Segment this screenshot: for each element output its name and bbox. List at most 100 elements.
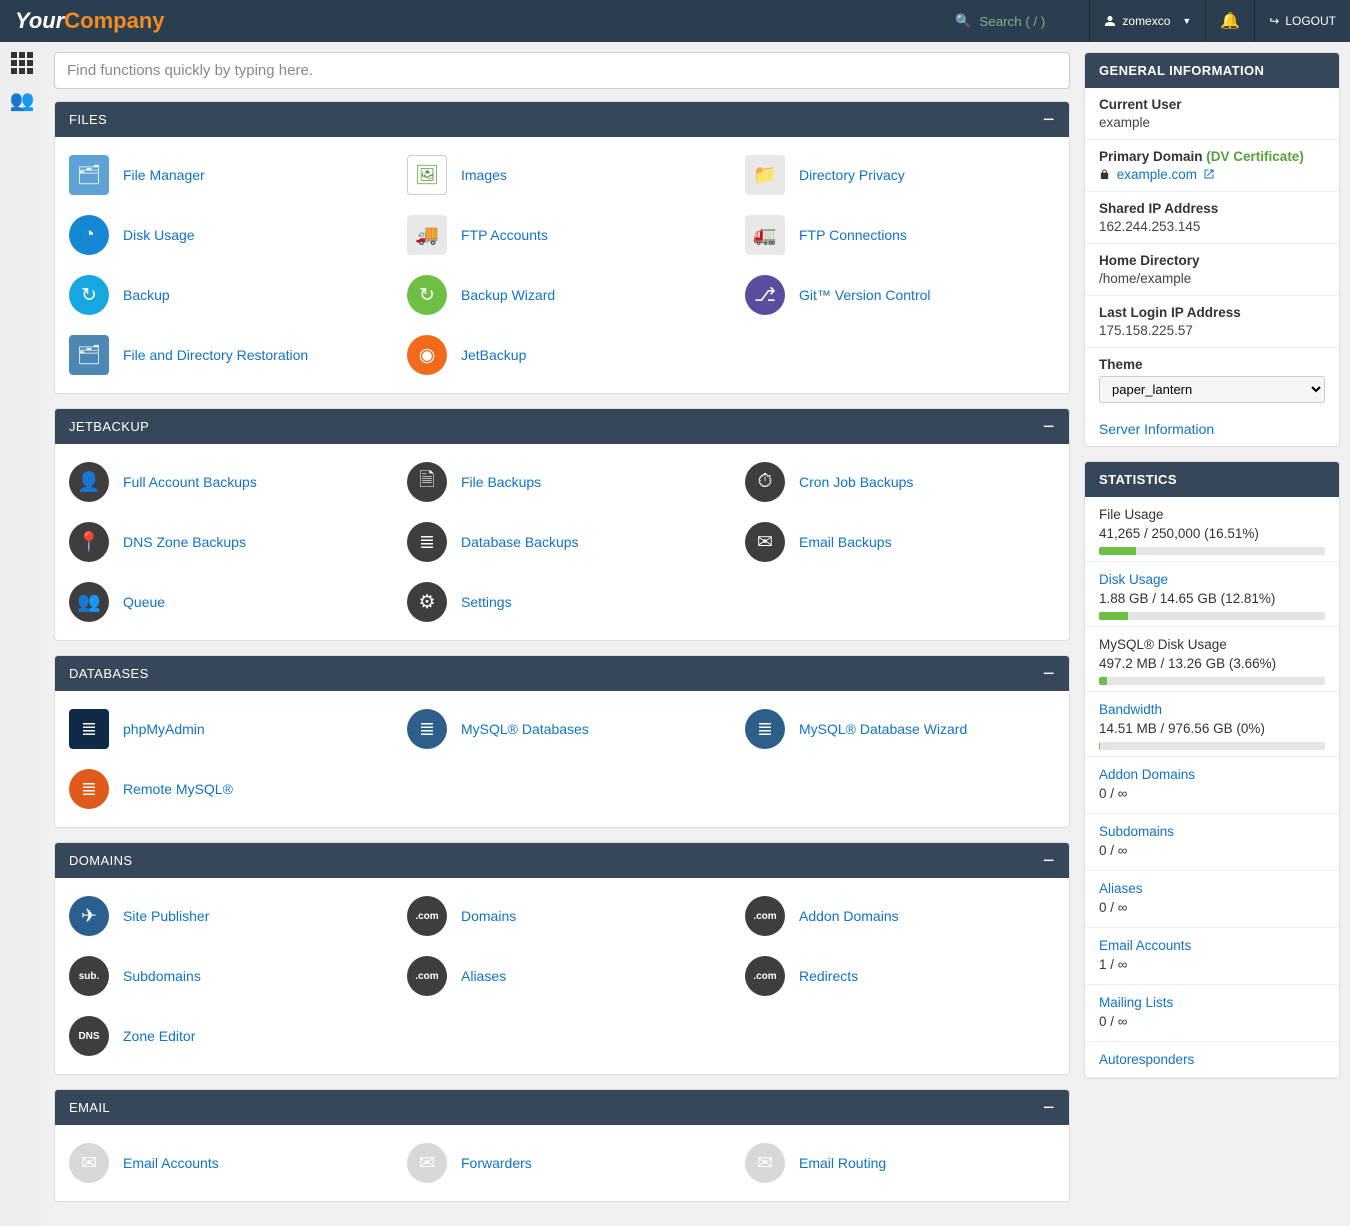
app-item[interactable]: ✉ Email Accounts [55,1133,393,1193]
app-icon: ⏱ [745,462,785,502]
group-head[interactable]: EMAIL − [55,1090,1069,1125]
app-item[interactable]: ≣ MySQL® Database Wizard [731,699,1069,759]
topbar: YourCompany 🔍 zomexco ▼ 🔔 ↪ LOGOUT [0,0,1350,42]
app-label: FTP Accounts [461,227,548,243]
app-label: Domains [461,908,516,924]
info-key: Primary Domain (DV Certificate) [1099,149,1325,164]
center-column: FILES − 🗂 File Manager 🖼 Images 📁 Direct… [54,52,1070,1216]
stat-title[interactable]: Mailing Lists [1099,995,1325,1010]
server-information-link[interactable]: Server Information [1085,412,1339,446]
app-item[interactable]: 🖼 Images [393,145,731,205]
domain-link[interactable]: example.com [1117,167,1197,182]
app-icon: 🖼 [407,155,447,195]
app-item[interactable]: ✉ Forwarders [393,1133,731,1193]
stat-title[interactable]: Aliases [1099,881,1325,896]
topbar-search-input[interactable] [979,14,1069,29]
general-info-panel: GENERAL INFORMATION Current UserexampleP… [1084,52,1340,447]
info-row: Shared IP Address162.244.253.145 [1085,192,1339,244]
stat-row: MySQL® Disk Usage497.2 MB / 13.26 GB (3.… [1085,627,1339,692]
app-label: File and Directory Restoration [123,347,308,363]
logout-button[interactable]: ↪ LOGOUT [1255,0,1350,42]
app-item[interactable]: 👤 Full Account Backups [55,452,393,512]
app-item[interactable]: ⎇ Git™ Version Control [731,265,1069,325]
app-item[interactable]: 👥 Queue [55,572,393,632]
app-icon: 🗂 [69,335,109,375]
app-item[interactable]: 🗂 File and Directory Restoration [55,325,393,385]
app-item[interactable]: 📍 DNS Zone Backups [55,512,393,572]
app-label: MySQL® Database Wizard [799,721,967,737]
collapse-icon[interactable]: − [1043,1103,1055,1113]
collapse-icon[interactable]: − [1043,856,1055,866]
apps-grid-icon[interactable] [11,52,33,74]
app-item[interactable]: 🗎 File Backups [393,452,731,512]
app-icon: .com [407,896,447,936]
theme-select[interactable]: paper_lantern [1099,376,1325,403]
functions-search-input[interactable] [54,52,1070,89]
users-icon[interactable]: 👥 [10,88,35,113]
app-item[interactable]: ✉ Email Routing [731,1133,1069,1193]
app-item[interactable]: ↻ Backup [55,265,393,325]
app-item[interactable]: .com Domains [393,886,731,946]
stat-row: Bandwidth 14.51 MB / 976.56 GB (0%) [1085,692,1339,757]
stat-row: Autoresponders [1085,1042,1339,1078]
app-icon: ≣ [69,709,109,749]
group-head[interactable]: FILES − [55,102,1069,137]
app-icon: ↻ [69,275,109,315]
general-info-head: GENERAL INFORMATION [1085,53,1339,88]
app-item[interactable]: ≣ Remote MySQL® [55,759,393,819]
topbar-search[interactable]: 🔍 [955,13,1089,29]
app-icon: ≣ [407,709,447,749]
info-row: Themepaper_lantern [1085,348,1339,412]
stat-title[interactable]: Addon Domains [1099,767,1325,782]
user-menu-button[interactable]: zomexco ▼ [1090,0,1205,42]
group-head[interactable]: JETBACKUP − [55,409,1069,444]
stat-bar-fill [1099,742,1100,750]
app-item[interactable]: .com Redirects [731,946,1069,1006]
app-item[interactable]: sub. Subdomains [55,946,393,1006]
app-item[interactable]: ◔ Disk Usage [55,205,393,265]
app-item[interactable]: ⏱ Cron Job Backups [731,452,1069,512]
stat-title[interactable]: Disk Usage [1099,572,1325,587]
app-item[interactable]: ◉ JetBackup [393,325,731,385]
dv-certificate-badge: (DV Certificate) [1206,149,1304,164]
app-label: Backup Wizard [461,287,555,303]
app-item[interactable]: ≣ Database Backups [393,512,731,572]
group-head[interactable]: DATABASES − [55,656,1069,691]
app-icon: ≣ [69,769,109,809]
info-row: Last Login IP Address175.158.225.57 [1085,296,1339,348]
app-item[interactable]: ↻ Backup Wizard [393,265,731,325]
app-label: Email Backups [799,534,892,550]
collapse-icon[interactable]: − [1043,669,1055,679]
app-label: File Backups [461,474,541,490]
app-item[interactable]: .com Aliases [393,946,731,1006]
app-item[interactable]: .com Addon Domains [731,886,1069,946]
app-icon: ≣ [407,522,447,562]
app-item[interactable]: ✈ Site Publisher [55,886,393,946]
app-label: Full Account Backups [123,474,257,490]
stat-title[interactable]: Autoresponders [1099,1052,1325,1067]
app-item[interactable]: DNS Zone Editor [55,1006,393,1066]
stat-title[interactable]: Email Accounts [1099,938,1325,953]
app-item[interactable]: 🗂 File Manager [55,145,393,205]
bell-icon: 🔔 [1220,11,1240,31]
app-label: Cron Job Backups [799,474,913,490]
app-item[interactable]: ⚙ Settings [393,572,731,632]
stat-title[interactable]: Subdomains [1099,824,1325,839]
app-icon: ✉ [745,1143,785,1183]
app-item[interactable]: 🚛 FTP Connections [731,205,1069,265]
info-value: /home/example [1099,271,1325,286]
stat-value: 41,265 / 250,000 (16.51%) [1099,526,1325,541]
notifications-button[interactable]: 🔔 [1206,0,1254,42]
app-item[interactable]: ✉ Email Backups [731,512,1069,572]
app-item[interactable]: ≣ MySQL® Databases [393,699,731,759]
collapse-icon[interactable]: − [1043,422,1055,432]
group-head[interactable]: DOMAINS − [55,843,1069,878]
collapse-icon[interactable]: − [1043,115,1055,125]
stat-title[interactable]: Bandwidth [1099,702,1325,717]
group-panel: DATABASES − ≣ phpMyAdmin ≣ MySQL® Databa… [54,655,1070,828]
app-item[interactable]: 📁 Directory Privacy [731,145,1069,205]
stat-value: 14.51 MB / 976.56 GB (0%) [1099,721,1325,736]
app-item[interactable]: ≣ phpMyAdmin [55,699,393,759]
app-label: Site Publisher [123,908,209,924]
app-item[interactable]: 🚚 FTP Accounts [393,205,731,265]
